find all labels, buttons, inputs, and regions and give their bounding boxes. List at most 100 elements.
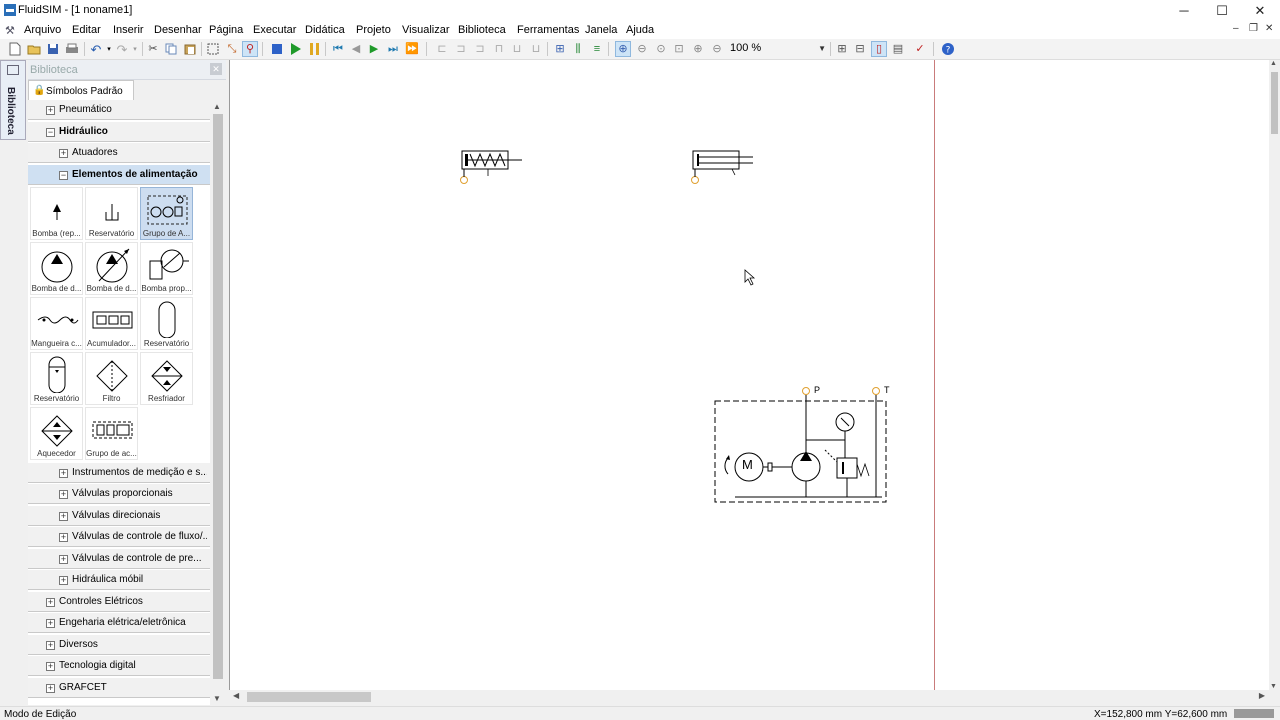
menu-executar[interactable]: Executar [253,24,296,36]
fast-forward-icon[interactable]: ⏩ [404,41,420,57]
document-menu-icon[interactable]: ⚒ [5,24,15,37]
align-top-icon[interactable]: ⊓ [491,41,507,57]
tree-item[interactable]: − Elementos de alimentação [28,164,210,185]
expand-icon[interactable]: + [59,533,68,542]
step-play-icon[interactable]: ▶ [366,41,382,57]
align-bottom-icon[interactable]: ⊔ [528,41,544,57]
scroll-down-icon[interactable]: ▼ [1270,683,1277,690]
scroll-right-icon[interactable]: ▶ [1259,691,1265,700]
menu-pagina[interactable]: Página [209,24,243,36]
tab-simbolos-padrao[interactable]: 🔒 Símbolos Padrão [28,80,134,100]
library-symbol[interactable]: Reservatório [140,296,193,350]
menu-editar[interactable]: Editar [72,24,101,36]
distribute-icon[interactable]: ⊞ [552,41,568,57]
print-icon[interactable] [64,41,80,57]
menu-desenhar[interactable]: Desenhar [154,24,202,36]
canvas-vscroll-thumb[interactable] [1271,72,1278,134]
menu-ajuda[interactable]: Ajuda [626,24,654,36]
rewind-start-icon[interactable]: ⏮ [330,41,346,57]
menu-janela[interactable]: Janela [585,24,617,36]
zoom-out-2-icon[interactable]: ⊖ [709,41,725,57]
expand-icon[interactable]: + [59,511,68,521]
tree-item[interactable]: + Controles Elétricos [28,591,210,612]
zoom-pointer-icon[interactable]: ⊕ [615,41,631,57]
zoom-out-icon[interactable]: ⊖ [634,41,650,57]
library-symbol[interactable]: Bomba (rep... [30,186,83,240]
library-symbol[interactable]: Resfriador [140,351,193,405]
tree-item[interactable]: − Hidráulico [28,121,210,142]
mdi-minimize-button[interactable]: – [1233,23,1239,34]
scroll-down-icon[interactable]: ▼ [213,694,221,703]
library-symbol[interactable]: Mangueira c... [30,296,83,350]
mdi-close-button[interactable]: ✕ [1265,23,1273,34]
library-symbol[interactable]: Reservatório [30,351,83,405]
tree-item[interactable]: + Engeharia elétrica/eletrônica [28,613,210,633]
library-side-tab[interactable]: Biblioteca [0,60,26,140]
align-middle-icon[interactable]: ⊔ [509,41,525,57]
ungroup-icon[interactable]: ≡ [589,41,605,57]
menu-projeto[interactable]: Projeto [356,24,391,36]
menu-visualizar[interactable]: Visualizar [402,24,450,36]
library-symbol[interactable]: Reservatório [85,186,138,240]
page-view-icon[interactable]: ▯ [871,41,887,57]
maximize-button[interactable]: ☐ [1203,0,1241,21]
library-symbol[interactable]: Grupo de A... [140,186,193,240]
open-folder-icon[interactable] [26,41,42,57]
grid-icon[interactable]: ⊞ [834,41,850,57]
collapse-icon[interactable]: − [46,127,55,137]
single-acting-cylinder[interactable] [460,150,523,184]
library-scrollbar[interactable]: ▲ ▼ [210,100,226,705]
library-symbol[interactable]: Aquecedor [30,406,83,460]
step-forward-icon[interactable]: ⏭ [385,41,401,57]
tree-item[interactable]: + Instrumentos de medição e s... [28,462,210,483]
library-scroll-thumb[interactable] [213,114,223,679]
mdi-restore-button[interactable]: ❐ [1249,23,1258,34]
paste-icon[interactable] [182,41,198,57]
expand-icon[interactable]: + [46,106,55,115]
library-symbol[interactable]: Grupo de ac... [85,406,138,460]
expand-icon[interactable]: + [46,619,55,628]
canvas-hscroll-thumb[interactable] [247,692,371,702]
save-icon[interactable] [45,41,61,57]
tree-item[interactable]: + Hidráulica móbil [28,570,210,590]
menu-inserir[interactable]: Inserir [113,24,144,36]
cut-icon[interactable]: ✂ [145,41,161,57]
library-symbol[interactable]: Bomba prop... [140,241,193,295]
tree-item[interactable]: + GRAFCET [28,677,210,698]
step-back-icon[interactable]: ◀ [348,41,364,57]
drawing-canvas[interactable]: P T M [229,60,1269,690]
close-panel-icon[interactable]: ✕ [210,63,222,75]
hydraulic-power-unit[interactable] [714,387,887,503]
tree-item[interactable]: + Atuadores [28,143,210,163]
select-all-icon[interactable] [205,41,221,57]
stop-icon[interactable] [269,41,285,57]
expand-icon[interactable]: + [46,662,55,671]
help-icon[interactable]: ? [940,41,956,57]
menu-arquivo[interactable]: Arquivo [24,24,61,36]
zoom-page-icon[interactable]: ⊡ [671,41,687,57]
canvas-vertical-scrollbar[interactable]: ▲ ▼ [1269,60,1280,690]
properties-icon[interactable]: ▤ [890,41,906,57]
new-file-icon[interactable] [7,41,23,57]
menu-biblioteca[interactable]: Biblioteca [458,24,506,36]
check-drawing-icon[interactable]: ✓ [912,41,928,57]
collapse-icon[interactable]: − [59,170,68,180]
tree-item[interactable]: + Pneumático [28,100,210,120]
pause-icon[interactable] [307,41,323,57]
tree-item[interactable]: + Tecnologia digital [28,656,210,676]
redo-dropdown-icon[interactable]: ▾ [127,41,143,57]
close-button[interactable]: ✕ [1241,0,1279,21]
scroll-left-icon[interactable]: ◀ [233,691,239,700]
resize-grip-icon[interactable] [1234,709,1274,718]
library-symbol[interactable]: Bomba de d... [30,241,83,295]
expand-icon[interactable]: + [59,576,68,585]
zoom-in-icon[interactable]: ⊕ [690,41,706,57]
zoom-select[interactable]: 100 % ▼ [728,41,828,57]
expand-icon[interactable]: + [59,149,68,158]
canvas-horizontal-scrollbar[interactable]: ◀ ▶ [229,690,1269,704]
zoom-fit-icon[interactable]: ⊙ [653,41,669,57]
expand-icon[interactable]: + [59,490,68,499]
menu-didatica[interactable]: Didática [305,24,345,36]
simulation-pointer-icon[interactable]: ⚲ [242,41,258,57]
expand-icon[interactable]: + [59,468,68,478]
